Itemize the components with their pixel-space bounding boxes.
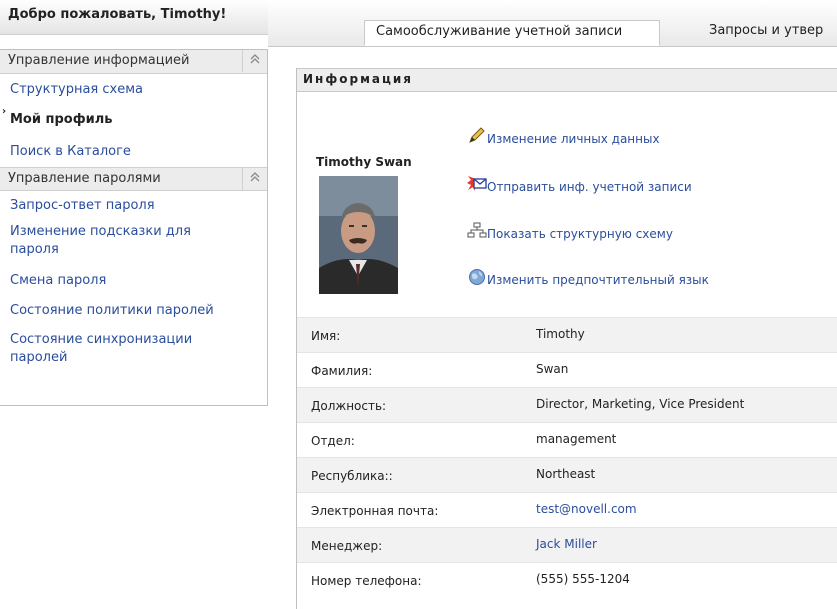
sidebar-item-password-hint[interactable]: Изменение подсказки для пароля [0,221,267,269]
welcome-banner: Добро пожаловать, Timothy! [0,0,268,35]
action-label: Показать структурную схему [487,227,673,241]
field-label: Должность: [311,399,387,413]
field-label: Менеджер: [311,539,383,553]
bullet-icon: › [2,106,7,117]
panel-title: Информация [303,72,413,86]
tab-requests-approvals[interactable]: Запросы и утвер [708,20,837,46]
field-row-phone: Номер телефона: (555) 555-1204 [297,562,837,597]
field-label: Отдел: [311,434,355,448]
globe-icon [467,267,487,287]
field-label: Республика:: [311,469,393,483]
sidebar-item-challenge-response[interactable]: Запрос-ответ пароля [0,191,267,221]
field-row-email: Электронная почта: test@novell.com [297,492,837,527]
org-chart-icon [467,221,487,241]
profile-fields: Имя: Timothy Фамилия: Swan Должность: Di… [297,317,837,597]
chevron-up-double-icon[interactable] [242,50,267,72]
tab-bar: Самообслуживание учетной записи Запросы … [268,0,837,47]
field-row-first-name: Имя: Timothy [297,317,837,352]
section-title: Управление паролями [8,171,161,186]
sidebar: Управление информацией Структурная схема… [0,49,268,406]
sidebar-item-label: Изменение подсказки для пароля [10,224,191,257]
field-value: Northeast [536,467,596,481]
panel-header: Информация [297,68,837,92]
field-label: Электронная почта: [311,504,439,518]
action-label: Изменить предпочтительный язык [487,273,709,287]
profile-photo [319,176,398,294]
sidebar-item-label: Состояние синхронизации паролей [10,332,193,365]
profile-name: Timothy Swan [316,155,412,169]
sidebar-item-change-password[interactable]: Смена пароля [0,269,267,299]
section-header-info-management[interactable]: Управление информацией [0,50,267,74]
sidebar-item-label: Структурная схема [10,82,143,97]
field-label: Имя: [311,329,341,343]
tab-label: Запросы и утвер [709,23,824,38]
field-value: Director, Marketing, Vice President [536,397,745,411]
field-row-manager: Менеджер: Jack Miller [297,527,837,562]
tab-label: Самообслуживание учетной записи [376,24,623,39]
sidebar-item-password-policy-status[interactable]: Состояние политики паролей [0,299,267,329]
sidebar-item-my-profile[interactable]: › Мой профиль [0,106,267,138]
sidebar-item-label: Мой профиль [10,112,113,127]
field-row-department: Отдел: management [297,422,837,457]
field-value: Timothy [536,327,585,341]
field-label: Номер телефона: [311,574,422,588]
sidebar-item-label: Смена пароля [10,273,107,288]
manager-link[interactable]: Jack Miller [536,537,597,551]
field-label: Фамилия: [311,364,373,378]
sidebar-item-label: Состояние политики паролей [10,303,214,318]
section-title: Управление информацией [8,53,190,68]
field-value: (555) 555-1204 [536,572,630,586]
sidebar-item-org-chart[interactable]: Структурная схема [0,74,267,106]
action-label: Отправить инф. учетной записи [487,180,692,194]
email-link[interactable]: test@novell.com [536,502,637,516]
field-value: Swan [536,362,569,376]
sidebar-item-directory-search[interactable]: Поиск в Каталоге [0,138,267,167]
section-header-password-management[interactable]: Управление паролями [0,167,267,191]
field-row-region: Республика:: Northeast [297,457,837,492]
chevron-up-double-icon[interactable] [242,168,267,190]
action-label: Изменение личных данных [487,132,660,146]
field-row-last-name: Фамилия: Swan [297,352,837,387]
tab-account-self-service[interactable]: Самообслуживание учетной записи [364,20,660,46]
envelope-icon [467,174,487,194]
pencil-icon [467,126,487,146]
sidebar-item-label: Поиск в Каталоге [10,144,131,159]
field-row-title: Должность: Director, Marketing, Vice Pre… [297,387,837,422]
sidebar-item-label: Запрос-ответ пароля [10,198,155,213]
info-panel: Информация Timothy Swan Изменение личных… [296,68,837,609]
field-value: management [536,432,617,446]
sidebar-item-password-sync-status[interactable]: Состояние синхронизации паролей [0,329,267,373]
welcome-text: Добро пожаловать, Timothy! [8,7,227,22]
